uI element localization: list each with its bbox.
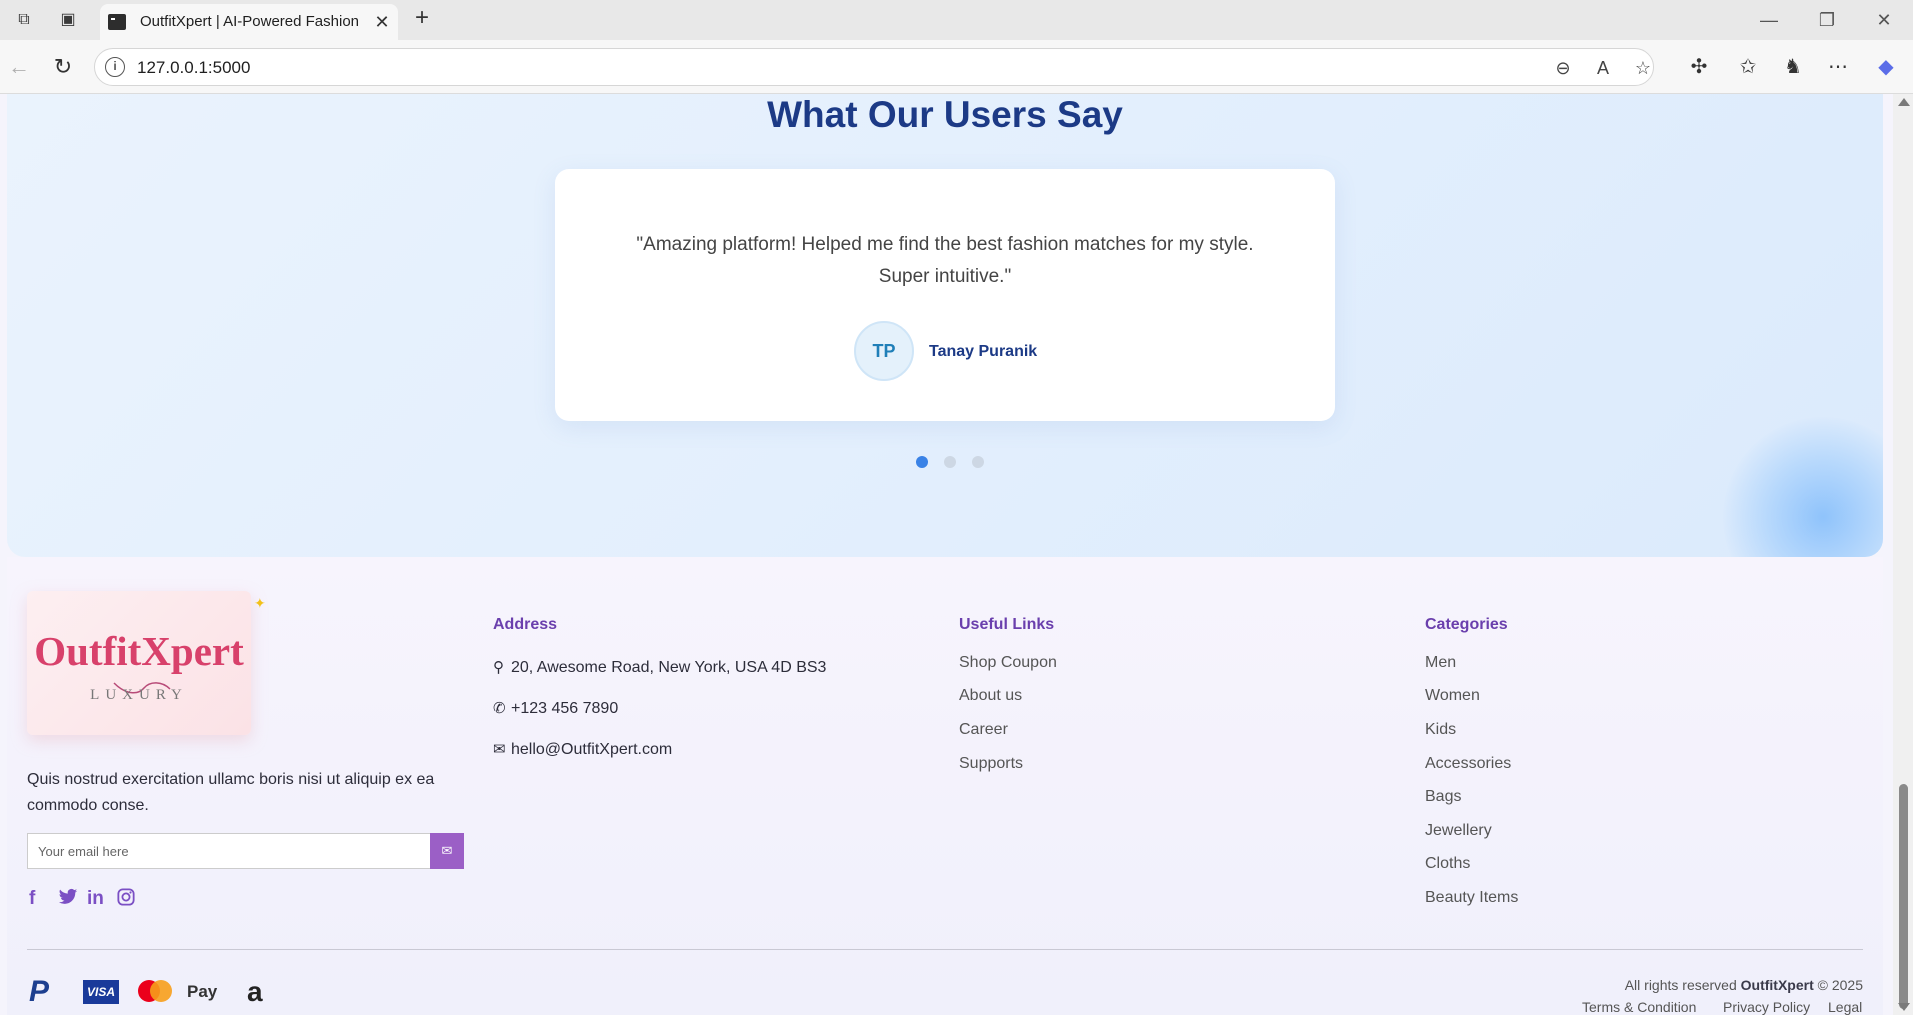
- link-privacy[interactable]: Privacy Policy: [1723, 999, 1810, 1015]
- categories-title: Categories: [1425, 616, 1508, 633]
- url-text[interactable]: 127.0.0.1:5000: [137, 58, 250, 78]
- vertical-scrollbar[interactable]: [1893, 94, 1913, 1015]
- link-supports[interactable]: Supports: [959, 755, 1023, 773]
- browser-titlebar: ⧉ ▣ OutfitXpert | AI-Powered Fashion ✕ +…: [0, 0, 1913, 40]
- address-email[interactable]: ✉ hello@OutfitXpert.com: [493, 740, 672, 759]
- zoom-out-icon[interactable]: ⊖: [1551, 56, 1575, 80]
- brand-logo[interactable]: OutfitXpert LUXURY: [27, 591, 251, 735]
- copyright-prefix: All rights reserved: [1624, 977, 1741, 993]
- carousel-dot-3[interactable]: [972, 456, 984, 468]
- useful-links-title: Useful Links: [959, 616, 1055, 633]
- profile-elephant-icon[interactable]: ♞: [1780, 54, 1806, 80]
- scrollbar-thumb[interactable]: [1899, 784, 1908, 1009]
- browser-toolbar: ← ↻ i 127.0.0.1:5000 ⊖ A ☆ ✣ ✩ ♞ ⋯ ◆: [0, 40, 1913, 94]
- category-men[interactable]: Men: [1425, 654, 1456, 672]
- scroll-up-arrow-icon[interactable]: [1898, 98, 1910, 106]
- copyright-text: All rights reserved OutfitXpert © 2025: [1625, 977, 1863, 993]
- category-accessories[interactable]: Accessories: [1425, 755, 1511, 773]
- more-menu-icon[interactable]: ⋯: [1825, 54, 1851, 80]
- footer-divider: [27, 949, 1863, 950]
- facebook-icon[interactable]: f: [29, 888, 35, 910]
- phone-icon: ✆: [493, 700, 506, 717]
- testimonials-heading: What Our Users Say: [767, 94, 1123, 135]
- read-aloud-icon[interactable]: A: [1591, 56, 1615, 80]
- tab-actions-icon[interactable]: ▣: [58, 10, 78, 30]
- link-shop-coupon[interactable]: Shop Coupon: [959, 654, 1057, 672]
- address-bar[interactable]: i 127.0.0.1:5000 ⊖ A ☆: [94, 48, 1654, 86]
- back-icon[interactable]: ←: [6, 54, 32, 80]
- extensions-icon[interactable]: ✣: [1686, 54, 1712, 80]
- new-tab-icon[interactable]: +: [410, 6, 434, 30]
- map-marker-icon: ⚲: [493, 659, 504, 676]
- category-bags[interactable]: Bags: [1425, 788, 1461, 806]
- logo-tagline: LUXURY: [90, 687, 188, 703]
- carousel-dot-2[interactable]: [944, 456, 956, 468]
- close-window-icon[interactable]: ✕: [1872, 8, 1896, 32]
- envelope-icon: ✉: [441, 843, 453, 858]
- newsletter-email-input[interactable]: [27, 833, 431, 869]
- link-legal[interactable]: Legal: [1828, 999, 1862, 1015]
- close-tab-icon[interactable]: ✕: [372, 12, 392, 32]
- site-footer: OutfitXpert LUXURY ✦ Quis nostrud exerci…: [7, 557, 1883, 1015]
- logo-name: OutfitXpert: [34, 628, 244, 674]
- category-beauty-items[interactable]: Beauty Items: [1425, 889, 1518, 907]
- page-viewport: What Our Users Say "Amazing platform! He…: [0, 94, 1893, 1015]
- visa-icon: VISA: [83, 980, 119, 1004]
- testimonial-quote: "Amazing platform! Helped me find the be…: [636, 234, 1254, 287]
- terminal-favicon-icon: [108, 14, 126, 30]
- envelope-icon: ✉: [493, 741, 506, 758]
- avatar: TP: [854, 321, 914, 381]
- amazon-icon: a: [247, 976, 263, 1007]
- apple-pay-icon: Pay: [187, 982, 218, 1001]
- copyright-suffix: © 2025: [1813, 977, 1863, 993]
- favorites-icon[interactable]: ✩: [1735, 54, 1761, 80]
- footer-about-text: Quis nostrud exercitation ullamc boris n…: [27, 771, 435, 814]
- newsletter-submit-button[interactable]: ✉: [430, 833, 464, 869]
- sparkle-icon: ✦: [254, 595, 266, 611]
- address-phone-text: +123 456 7890: [511, 700, 619, 717]
- paypal-icon: P: [29, 975, 50, 1008]
- address-street-text: 20, Awesome Road, New York, USA 4D BS3: [511, 659, 827, 676]
- linkedin-icon[interactable]: in: [87, 888, 104, 910]
- address-phone[interactable]: ✆ +123 456 7890: [493, 699, 618, 718]
- address-email-text: hello@OutfitXpert.com: [511, 741, 673, 758]
- testimonials-section: What Our Users Say "Amazing platform! He…: [7, 94, 1883, 557]
- site-info-icon[interactable]: i: [105, 57, 125, 77]
- category-jewellery[interactable]: Jewellery: [1425, 822, 1492, 840]
- carousel-dot-1[interactable]: [916, 456, 928, 468]
- restore-icon[interactable]: ❐: [1815, 8, 1839, 32]
- testimonial-card: "Amazing platform! Helped me find the be…: [555, 169, 1335, 421]
- copilot-icon[interactable]: ◆: [1873, 54, 1899, 80]
- instagram-icon[interactable]: [117, 888, 135, 910]
- decorative-blob: [1723, 417, 1883, 557]
- address-title: Address: [493, 616, 558, 633]
- address-street: ⚲ 20, Awesome Road, New York, USA 4D BS3: [493, 658, 826, 677]
- browser-tab[interactable]: OutfitXpert | AI-Powered Fashion ✕: [100, 4, 398, 40]
- minimize-icon[interactable]: —: [1757, 8, 1781, 32]
- link-terms[interactable]: Terms & Condition: [1582, 999, 1696, 1015]
- testimonial-author: Tanay Puranik: [929, 343, 1038, 360]
- link-career[interactable]: Career: [959, 721, 1008, 739]
- category-women[interactable]: Women: [1425, 687, 1480, 705]
- workspaces-icon[interactable]: ⧉: [14, 10, 34, 30]
- twitter-icon[interactable]: [58, 888, 78, 910]
- favorite-star-icon[interactable]: ☆: [1631, 56, 1655, 80]
- scroll-down-arrow-icon[interactable]: [1898, 1003, 1910, 1011]
- category-cloths[interactable]: Cloths: [1425, 855, 1470, 873]
- mastercard-icon: [135, 977, 175, 1007]
- tab-title: OutfitXpert | AI-Powered Fashion: [140, 13, 360, 30]
- refresh-icon[interactable]: ↻: [50, 54, 76, 80]
- link-about-us[interactable]: About us: [959, 687, 1022, 705]
- category-kids[interactable]: Kids: [1425, 721, 1456, 739]
- copyright-brand: OutfitXpert: [1740, 977, 1814, 993]
